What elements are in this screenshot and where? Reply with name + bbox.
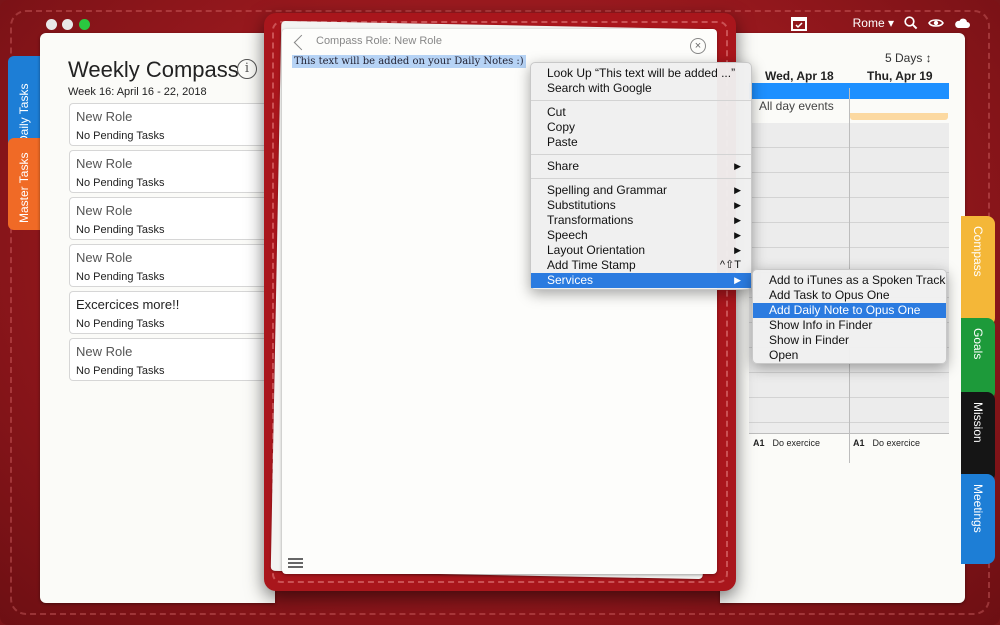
- menu-item-show-info[interactable]: Show Info in Finder: [753, 318, 946, 333]
- page-title: Weekly Compass: [68, 57, 239, 82]
- menu-item-open[interactable]: Open: [753, 348, 946, 363]
- role-list: New Role No Pending Tasks New Role No Pend…: [69, 103, 275, 385]
- menu-item-paste[interactable]: Paste: [531, 135, 751, 150]
- tab-compass[interactable]: Compass: [961, 216, 995, 326]
- selected-note-text[interactable]: This text will be added on your Daily No…: [292, 55, 526, 68]
- menu-item-speech[interactable]: Speech ▶: [531, 228, 751, 243]
- menu-item-add-itunes[interactable]: Add to iTunes as a Spoken Track: [753, 273, 946, 288]
- activity-item[interactable]: A1 Do exercice: [753, 438, 820, 448]
- calendar-icon[interactable]: [790, 15, 807, 31]
- activity-item[interactable]: A1 Do exercice: [853, 438, 920, 448]
- role-card[interactable]: New Role No Pending Tasks: [69, 197, 275, 240]
- role-status: No Pending Tasks: [76, 271, 165, 283]
- role-name: New Role: [76, 344, 133, 359]
- tab-goals[interactable]: Goals: [961, 318, 995, 400]
- zoom-window-button[interactable]: [79, 19, 90, 30]
- weekly-compass-page: Weekly Compass i Week 16: April 16 - 22,…: [40, 33, 275, 603]
- day-header-thu: Thu, Apr 19: [867, 69, 933, 83]
- services-submenu: Add to iTunes as a Spoken Track Add Task…: [752, 269, 947, 364]
- role-status: No Pending Tasks: [76, 177, 165, 189]
- role-card[interactable]: New Role No Pending Tasks: [69, 338, 275, 381]
- menu-item-search-google[interactable]: Search with Google: [531, 81, 751, 96]
- context-menu: Look Up “This text will be added ...” Se…: [530, 62, 752, 290]
- role-card[interactable]: Excercices more!! No Pending Tasks: [69, 291, 275, 334]
- menu-icon[interactable]: [288, 558, 303, 568]
- day-header-wed: Wed, Apr 18: [765, 69, 834, 83]
- menu-item-share[interactable]: Share ▶: [531, 159, 751, 174]
- tab-meetings[interactable]: Meetings: [961, 474, 995, 564]
- all-day-events-label: All day events: [759, 99, 834, 113]
- tab-mission[interactable]: Mission: [961, 392, 995, 482]
- search-icon[interactable]: [904, 16, 918, 30]
- week-label: Week 16: April 16 - 22, 2018: [68, 86, 207, 98]
- menu-item-lookup[interactable]: Look Up “This text will be added ...”: [531, 66, 751, 81]
- eye-icon[interactable]: [928, 17, 944, 29]
- shortcut-label: ^⇧T: [719, 259, 741, 271]
- cloud-icon[interactable]: [954, 17, 970, 29]
- days-range-selector[interactable]: 5 Days ↕: [885, 51, 932, 65]
- city-selector[interactable]: Rome ▾: [853, 16, 894, 30]
- menu-item-spelling[interactable]: Spelling and Grammar ▶: [531, 183, 751, 198]
- role-name: New Role: [76, 203, 133, 218]
- submenu-arrow-icon: ▶: [734, 161, 741, 171]
- submenu-arrow-icon: ▶: [734, 275, 741, 285]
- minimize-window-button[interactable]: [62, 19, 73, 30]
- info-icon[interactable]: i: [237, 59, 257, 79]
- tab-master-tasks[interactable]: Master Tasks: [8, 138, 42, 230]
- role-status: No Pending Tasks: [76, 130, 165, 142]
- menu-item-transformations[interactable]: Transformations ▶: [531, 213, 751, 228]
- menu-item-add-task[interactable]: Add Task to Opus One: [753, 288, 946, 303]
- menu-item-substitutions[interactable]: Substitutions ▶: [531, 198, 751, 213]
- menu-item-copy[interactable]: Copy: [531, 120, 751, 135]
- note-title: Compass Role: New Role: [316, 35, 442, 47]
- submenu-arrow-icon: ▶: [734, 245, 741, 255]
- menu-item-layout[interactable]: Layout Orientation ▶: [531, 243, 751, 258]
- menu-item-timestamp[interactable]: Add Time Stamp ^⇧T: [531, 258, 751, 273]
- role-card[interactable]: New Role No Pending Tasks: [69, 150, 275, 193]
- submenu-arrow-icon: ▶: [734, 215, 741, 225]
- submenu-arrow-icon: ▶: [734, 230, 741, 240]
- submenu-arrow-icon: ▶: [734, 185, 741, 195]
- role-card[interactable]: New Role No Pending Tasks: [69, 103, 275, 146]
- role-name: New Role: [76, 109, 133, 124]
- menu-item-services[interactable]: Services ▶: [531, 273, 751, 288]
- close-icon[interactable]: ×: [690, 38, 706, 54]
- role-status: No Pending Tasks: [76, 224, 165, 236]
- menu-item-add-daily-note[interactable]: Add Daily Note to Opus One: [753, 303, 946, 318]
- top-toolbar: Rome ▾: [790, 13, 970, 33]
- grid-bottom-line: [749, 433, 949, 434]
- close-window-button[interactable]: [46, 19, 57, 30]
- menu-item-show-finder[interactable]: Show in Finder: [753, 333, 946, 348]
- back-chevron-icon[interactable]: [293, 34, 310, 51]
- role-card[interactable]: New Role No Pending Tasks: [69, 244, 275, 287]
- role-status: No Pending Tasks: [76, 318, 165, 330]
- role-name: New Role: [76, 156, 133, 171]
- all-day-event[interactable]: [850, 113, 948, 120]
- submenu-arrow-icon: ▶: [734, 200, 741, 210]
- menu-item-cut[interactable]: Cut: [531, 105, 751, 120]
- role-status: No Pending Tasks: [76, 365, 165, 377]
- role-name: Excercices more!!: [76, 297, 180, 312]
- role-name: New Role: [76, 250, 133, 265]
